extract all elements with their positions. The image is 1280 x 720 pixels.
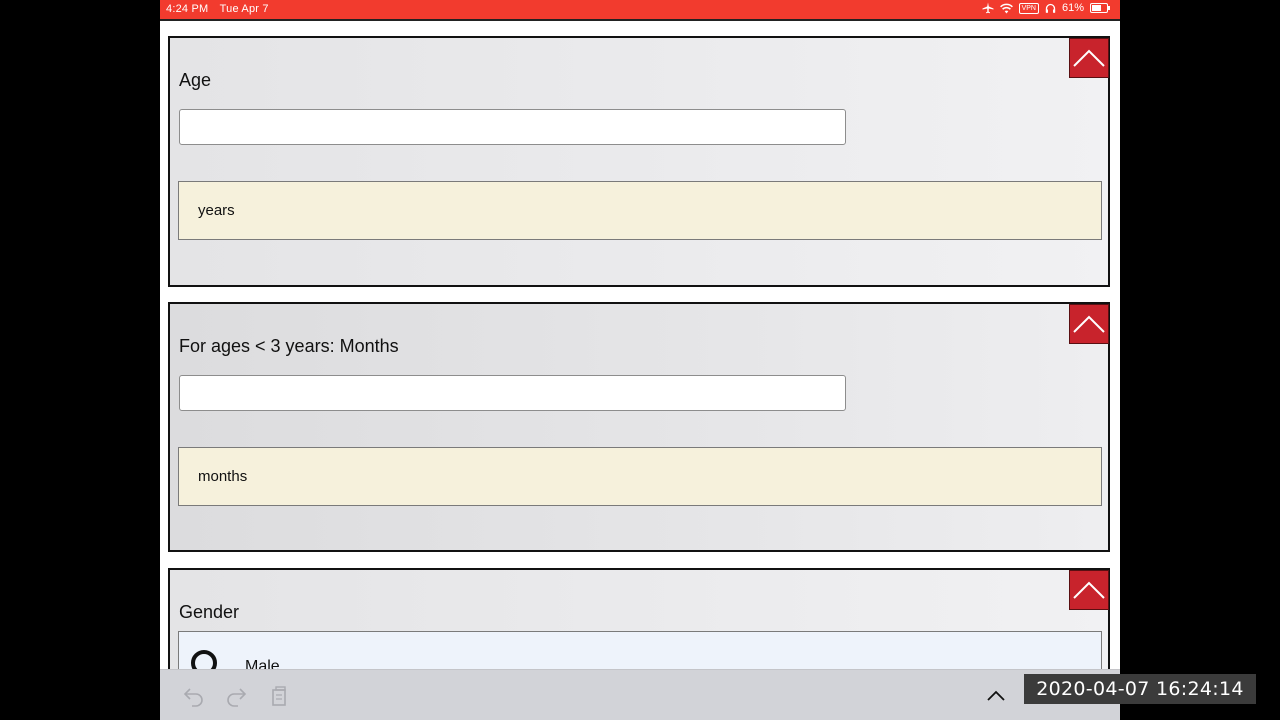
chevron-up-icon: [1073, 315, 1105, 333]
battery-icon: [1090, 3, 1110, 13]
question-card-age: Age years: [168, 36, 1110, 287]
keyboard-shortcut-bar: [160, 669, 1120, 720]
collapse-button[interactable]: [1069, 38, 1109, 78]
battery-percent: 61%: [1061, 2, 1084, 14]
undo-icon[interactable]: [182, 684, 206, 708]
collapse-button[interactable]: [1069, 304, 1109, 344]
unit-label: years: [198, 202, 235, 219]
unit-box: years: [178, 181, 1102, 240]
status-right: VPN 61%: [982, 2, 1110, 14]
question-label: Gender: [179, 602, 240, 622]
question-label: Age: [179, 70, 212, 90]
redo-icon[interactable]: [224, 684, 248, 708]
collapse-button[interactable]: [1069, 570, 1109, 610]
airplane-mode-icon: [982, 2, 994, 14]
status-time: 4:24 PM: [166, 3, 209, 15]
status-date: Tue Apr 7: [219, 3, 269, 15]
status-divider: [160, 19, 1120, 21]
unit-box: months: [178, 447, 1102, 506]
chevron-up-icon[interactable]: [984, 684, 1008, 708]
clipboard-icon[interactable]: [267, 684, 291, 708]
vpn-icon: VPN: [1018, 2, 1039, 14]
age-months-input[interactable]: [179, 375, 846, 411]
recording-timestamp: 2020-04-07 16:24:14: [1024, 674, 1256, 704]
wifi-icon: [999, 3, 1013, 13]
age-years-input[interactable]: [179, 109, 846, 145]
status-left: 4:24 PM Tue Apr 7: [166, 3, 269, 15]
chevron-up-icon: [1073, 581, 1105, 599]
status-bar: 4:24 PM Tue Apr 7 VPN 61%: [160, 0, 1120, 19]
question-card-months: For ages < 3 years: Months months: [168, 302, 1110, 552]
question-label: For ages < 3 years: Months: [179, 336, 399, 356]
chevron-up-icon: [1073, 49, 1105, 67]
ipad-screen: 4:24 PM Tue Apr 7 VPN 61% Age years For …: [160, 0, 1120, 720]
headphones-icon: [1045, 3, 1056, 13]
unit-label: months: [198, 468, 248, 485]
